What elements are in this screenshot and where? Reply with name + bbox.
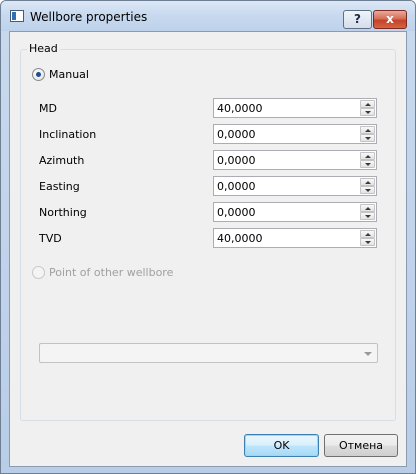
md-input[interactable]	[217, 102, 357, 115]
easting-spin-down-button[interactable]	[360, 186, 375, 194]
other-wellbore-select[interactable]	[39, 343, 378, 363]
title-bar[interactable]: Wellbore properties ? x	[1, 1, 415, 31]
tvd-spinbox[interactable]	[213, 228, 377, 248]
wellbore-properties-dialog: Wellbore properties ? x Head Manual MD I…	[0, 0, 416, 474]
easting-spin-up-button[interactable]	[360, 178, 375, 186]
inclination-spin-down-button[interactable]	[360, 134, 375, 142]
point-of-other-wellbore-label[interactable]: Point of other wellbore	[49, 266, 173, 279]
tvd-label: TVD	[39, 232, 62, 245]
tvd-input[interactable]	[217, 232, 357, 245]
northing-label: Northing	[39, 206, 87, 219]
inclination-spin-up-button[interactable]	[360, 126, 375, 134]
northing-spinbox[interactable]	[213, 202, 377, 222]
manual-radio[interactable]	[32, 68, 45, 81]
azimuth-spinbox[interactable]	[213, 150, 377, 170]
easting-label: Easting	[39, 180, 80, 193]
azimuth-input[interactable]	[217, 154, 357, 167]
dialog-body: Head Manual MD Inclination Azimuth Easti…	[9, 31, 407, 467]
window-app-icon	[10, 10, 24, 22]
md-label: MD	[39, 102, 57, 115]
azimuth-spin-up-button[interactable]	[360, 152, 375, 160]
easting-input[interactable]	[217, 180, 357, 193]
northing-spin-down-button[interactable]	[360, 212, 375, 220]
northing-input[interactable]	[217, 206, 357, 219]
close-button[interactable]: x	[373, 10, 407, 29]
md-spin-down-button[interactable]	[360, 108, 375, 116]
ok-button[interactable]: OK	[244, 434, 319, 457]
azimuth-label: Azimuth	[39, 154, 85, 167]
tvd-spin-down-button[interactable]	[360, 238, 375, 246]
inclination-label: Inclination	[39, 128, 97, 141]
tvd-spin-up-button[interactable]	[360, 230, 375, 238]
help-button[interactable]: ?	[343, 10, 372, 29]
md-spinbox[interactable]	[213, 98, 377, 118]
cancel-button[interactable]: Отмена	[324, 434, 398, 457]
point-of-other-wellbore-radio[interactable]	[32, 266, 45, 279]
manual-radio-label[interactable]: Manual	[49, 68, 89, 81]
head-group-legend: Head	[27, 42, 60, 55]
inclination-input[interactable]	[217, 128, 357, 141]
inclination-spinbox[interactable]	[213, 124, 377, 144]
md-spin-up-button[interactable]	[360, 100, 375, 108]
easting-spinbox[interactable]	[213, 176, 377, 196]
window-title: Wellbore properties	[30, 10, 148, 24]
azimuth-spin-down-button[interactable]	[360, 160, 375, 168]
chevron-down-icon[interactable]	[364, 352, 372, 356]
northing-spin-up-button[interactable]	[360, 204, 375, 212]
